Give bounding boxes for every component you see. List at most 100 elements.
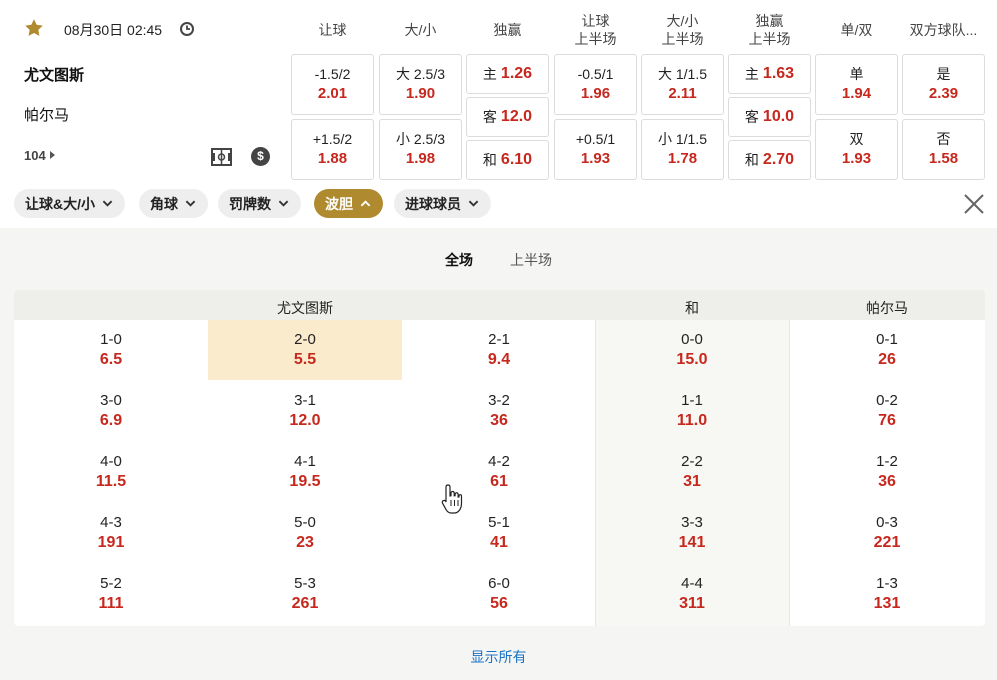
score-label: 1-2 xyxy=(876,453,898,470)
odds-cell-btts[interactable]: 是 2.39 xyxy=(902,54,985,115)
column-header: 独赢 xyxy=(493,22,522,38)
score-label: 0-1 xyxy=(876,331,898,348)
odds-value: 2.39 xyxy=(928,85,959,102)
filter-pill[interactable]: 罚牌数 xyxy=(218,189,301,218)
odds-cell-handicap-1h[interactable]: -0.5/1 1.96 xyxy=(554,54,637,115)
odds-cell-total[interactable]: 小 2.5/3 1.98 xyxy=(379,119,462,180)
header-home: 尤文图斯 xyxy=(277,300,333,316)
more-markets-link[interactable]: 104 xyxy=(24,148,55,163)
score-odds: 261 xyxy=(291,595,319,612)
score-odds: 31 xyxy=(683,473,701,490)
score-cell[interactable]: 4-1 19.5 xyxy=(208,452,402,492)
odds-label: 是 xyxy=(936,66,951,82)
score-cell[interactable]: 2-1 9.4 xyxy=(402,330,596,370)
score-odds: 76 xyxy=(878,412,896,429)
odds-label: 和 xyxy=(482,152,497,168)
score-cell[interactable]: 3-1 12.0 xyxy=(208,391,402,431)
odds-cell-odd-even[interactable]: 单 1.94 xyxy=(815,54,898,115)
score-cell[interactable]: 5-3 261 xyxy=(208,574,402,614)
score-cell[interactable]: 4-0 11.5 xyxy=(14,452,208,492)
favorite-star-icon[interactable] xyxy=(24,18,44,38)
column-header: 大/小 xyxy=(404,22,437,38)
score-cell[interactable]: 6-0 56 xyxy=(402,574,596,614)
score-label: 4-1 xyxy=(294,453,316,470)
filter-label: 角球 xyxy=(150,195,178,212)
score-cell[interactable]: 4-2 61 xyxy=(402,452,596,492)
show-all-link[interactable]: 显示所有 xyxy=(0,647,997,667)
pitch-icon[interactable] xyxy=(211,148,232,166)
odds-value: 1.98 xyxy=(405,150,436,167)
odds-cell-moneyline[interactable]: 客 12.0 xyxy=(466,97,549,137)
filter-pill[interactable]: 波胆 xyxy=(314,189,383,218)
score-odds: 5.5 xyxy=(293,351,317,368)
score-cell[interactable]: 3-2 36 xyxy=(402,391,596,431)
odds-value: 1.26 xyxy=(500,65,533,82)
filter-label: 进球球员 xyxy=(405,195,461,212)
hand-cursor-icon xyxy=(441,484,463,514)
score-cell[interactable]: 4-3 191 xyxy=(14,513,208,553)
score-cell[interactable]: 1-1 11.0 xyxy=(595,391,789,431)
odds-cell-moneyline[interactable]: 和 6.10 xyxy=(466,140,549,180)
score-cell[interactable]: 0-2 76 xyxy=(790,391,984,431)
score-cell[interactable]: 0-0 15.0 xyxy=(595,330,789,370)
close-icon[interactable] xyxy=(963,193,985,215)
score-odds: 61 xyxy=(490,473,508,490)
correct-score-table: 尤文图斯 和 帕尔马 1-0 6.5 2-0 5.5 2-1 9.4 0-0 15.0 0-1 2… xyxy=(14,290,985,626)
odds-cell-odd-even[interactable]: 双 1.93 xyxy=(815,119,898,180)
odds-cell-moneyline-1h[interactable]: 和 2.70 xyxy=(728,140,811,180)
odds-value: 1.94 xyxy=(841,85,872,102)
filter-pill[interactable]: 让球&大/小 xyxy=(14,189,125,218)
score-odds: 311 xyxy=(679,595,705,612)
score-label: 2-2 xyxy=(681,453,703,470)
odds-cell-handicap[interactable]: +1.5/2 1.88 xyxy=(291,119,374,180)
tab-full-time[interactable]: 全场 xyxy=(445,250,473,270)
filter-label: 罚牌数 xyxy=(229,195,271,212)
odds-label: +1.5/2 xyxy=(312,131,353,147)
score-cell[interactable]: 0-3 221 xyxy=(790,513,984,553)
away-team-name: 帕尔马 xyxy=(24,107,70,124)
score-cell[interactable]: 1-2 36 xyxy=(790,452,984,492)
odds-cell-moneyline-1h[interactable]: 客 10.0 xyxy=(728,97,811,137)
score-cell[interactable]: 0-1 26 xyxy=(790,330,984,370)
score-label: 5-2 xyxy=(100,575,122,592)
odds-value: 2.01 xyxy=(317,85,348,102)
score-cell[interactable]: 3-0 6.9 xyxy=(14,391,208,431)
score-cell[interactable]: 5-2 111 xyxy=(14,574,208,614)
column-header: 大/小 上半场 xyxy=(661,13,704,47)
clock-icon xyxy=(180,22,194,36)
score-odds: 11.0 xyxy=(676,412,708,429)
score-label: 3-0 xyxy=(100,392,122,409)
odds-cell-handicap[interactable]: -1.5/2 2.01 xyxy=(291,54,374,115)
odds-value: 1.88 xyxy=(317,150,348,167)
filter-label: 波胆 xyxy=(325,195,353,212)
score-cell[interactable]: 2-2 31 xyxy=(595,452,789,492)
score-odds: 26 xyxy=(878,351,896,368)
score-cell[interactable]: 2-0 5.5 xyxy=(208,330,402,370)
odds-value: 1.93 xyxy=(841,150,872,167)
match-header-panel: 08月30日 02:45 尤文图斯 帕尔马 104 $ 让球 大/小 独赢 让球 上半… xyxy=(0,0,997,228)
odds-cell-total-1h[interactable]: 小 1/1.5 1.78 xyxy=(641,119,724,180)
header-draw: 和 xyxy=(685,300,699,316)
odds-cell-moneyline-1h[interactable]: 主 1.63 xyxy=(728,54,811,94)
column-header: 让球 上半场 xyxy=(574,13,617,47)
score-label: 2-1 xyxy=(488,331,510,348)
filter-pill[interactable]: 进球球员 xyxy=(394,189,491,218)
tab-first-half[interactable]: 上半场 xyxy=(510,250,552,270)
cashout-icon[interactable]: $ xyxy=(251,147,270,166)
odds-cell-total-1h[interactable]: 大 1/1.5 2.11 xyxy=(641,54,724,115)
odds-cell-btts[interactable]: 否 1.58 xyxy=(902,119,985,180)
score-cell[interactable]: 5-0 23 xyxy=(208,513,402,553)
odds-cell-total[interactable]: 大 2.5/3 1.90 xyxy=(379,54,462,115)
odds-cell-moneyline[interactable]: 主 1.26 xyxy=(466,54,549,94)
score-cell[interactable]: 1-0 6.5 xyxy=(14,330,208,370)
odds-value: 1.96 xyxy=(580,85,611,102)
score-label: 1-1 xyxy=(681,392,703,409)
odds-label: 主 xyxy=(482,66,497,82)
score-cell[interactable]: 5-1 41 xyxy=(402,513,596,553)
odds-cell-handicap-1h[interactable]: +0.5/1 1.93 xyxy=(554,119,637,180)
filter-pill[interactable]: 角球 xyxy=(139,189,208,218)
score-cell[interactable]: 1-3 131 xyxy=(790,574,984,614)
score-cell[interactable]: 4-4 311 xyxy=(595,574,789,614)
score-cell[interactable]: 3-3 141 xyxy=(595,513,789,553)
score-label: 5-1 xyxy=(488,514,510,531)
